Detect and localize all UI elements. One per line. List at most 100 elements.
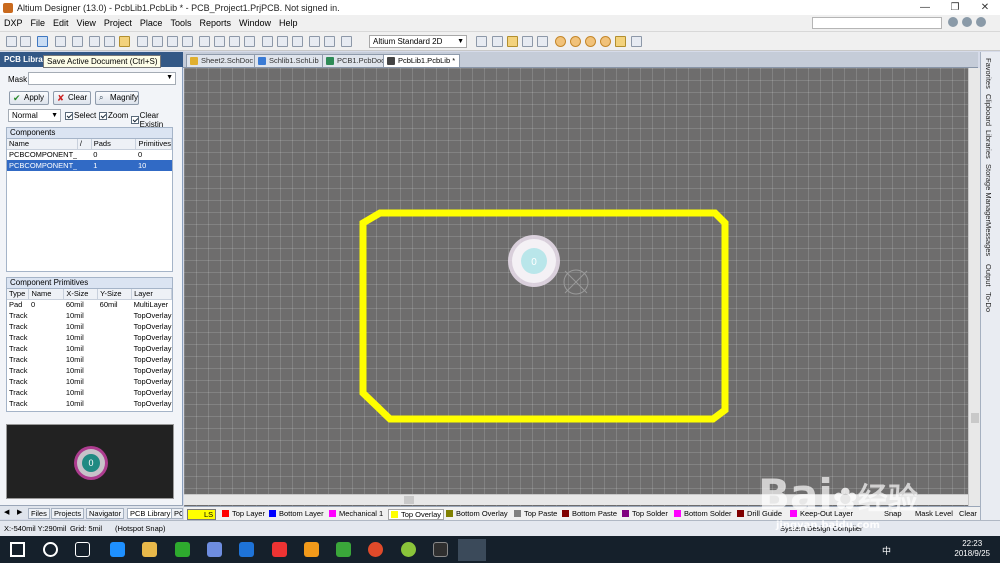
search-input[interactable] xyxy=(812,17,942,29)
move-icon[interactable] xyxy=(277,36,288,47)
tab-libraries[interactable]: Libraries xyxy=(984,130,993,159)
tab-sheet2-schdoc[interactable]: Sheet2.SchDoc xyxy=(186,54,259,67)
place-line-icon[interactable] xyxy=(476,36,487,47)
app-icon-7[interactable] xyxy=(272,542,287,557)
table-row[interactable]: Track 10mil TopOverlay xyxy=(7,376,172,387)
zoom-filter-icon[interactable] xyxy=(182,36,193,47)
table-row[interactable]: Pad 0 60mil 60mil MultiLayer xyxy=(7,299,172,310)
full-circle-icon[interactable] xyxy=(600,36,611,47)
altium-taskbar-icon[interactable] xyxy=(458,539,486,561)
grid-icon[interactable] xyxy=(341,36,352,47)
app-icon-11[interactable] xyxy=(401,542,416,557)
chrome-icon[interactable] xyxy=(368,542,383,557)
layer-top-solder[interactable]: Top Solder xyxy=(622,509,668,518)
tab-navigator[interactable]: Navigator xyxy=(86,508,125,519)
vertical-scrollbar[interactable] xyxy=(968,68,980,506)
menu-file[interactable]: File xyxy=(31,18,46,28)
home-icon[interactable] xyxy=(976,17,986,27)
layer-top-layer[interactable]: Top Layer xyxy=(222,509,265,518)
tab-pc[interactable]: PC xyxy=(171,508,183,519)
undo-icon[interactable] xyxy=(309,36,320,47)
tab-schlib1-schlib[interactable]: Schlib1.SchLib xyxy=(254,54,324,67)
clear-button[interactable]: ✘ Clear xyxy=(53,91,91,105)
menu-edit[interactable]: Edit xyxy=(53,18,69,28)
maximize-button[interactable]: ❐ xyxy=(940,2,970,13)
save-icon[interactable] xyxy=(37,36,48,47)
table-row[interactable]: Track 10mil TopOverlay xyxy=(7,321,172,332)
menu-reports[interactable]: Reports xyxy=(199,18,231,28)
col-y-size[interactable]: Y-Size xyxy=(97,289,133,300)
table-row[interactable]: Track 10mil TopOverlay xyxy=(7,354,172,365)
horizontal-scroll-thumb[interactable] xyxy=(404,496,414,504)
layer-top-overlay[interactable]: Top Overlay xyxy=(388,509,445,520)
back-icon[interactable] xyxy=(948,17,958,27)
layer-bottom-paste[interactable]: Bottom Paste xyxy=(562,509,617,518)
magnify-button[interactable]: ⌕ Magnify xyxy=(95,91,139,105)
tab-output[interactable]: Output xyxy=(984,264,993,287)
clear-mask-button[interactable]: Clear xyxy=(959,509,977,518)
tab-pcb1-pcbdoc[interactable]: PCB1.PcbDoc xyxy=(322,54,390,67)
table-row[interactable]: Track 10mil TopOverlay xyxy=(7,387,172,398)
col-x-size[interactable]: X-Size xyxy=(63,289,99,300)
arc-any-icon[interactable] xyxy=(585,36,596,47)
file-explorer-icon[interactable] xyxy=(142,542,157,557)
col-sort[interactable]: / xyxy=(77,139,92,150)
arc-center-icon[interactable] xyxy=(555,36,566,47)
menu-dxp[interactable]: DXP xyxy=(4,18,23,28)
fill-icon[interactable] xyxy=(615,36,626,47)
close-button[interactable]: ✕ xyxy=(970,2,1000,13)
forward-icon[interactable] xyxy=(962,17,972,27)
app-icon-5[interactable] xyxy=(207,542,222,557)
array-paste-icon[interactable] xyxy=(631,36,642,47)
edge-browser-icon[interactable] xyxy=(110,542,125,557)
menu-tools[interactable]: Tools xyxy=(170,18,191,28)
table-row[interactable]: PCBCOMPONENT_ 1 10 xyxy=(7,160,172,171)
tab-messages[interactable]: Messages xyxy=(984,222,993,256)
arc-edge-icon[interactable] xyxy=(570,36,581,47)
col-type[interactable]: Type xyxy=(7,289,30,300)
app-icon-12[interactable] xyxy=(433,542,448,557)
app-icon-6[interactable] xyxy=(239,542,254,557)
tab-to-do[interactable]: To-Do xyxy=(984,292,993,312)
layer-mechanical-1[interactable]: Mechanical 1 xyxy=(329,509,383,518)
system-clock[interactable]: 22:23 2018/9/25 xyxy=(954,539,990,559)
vertical-scroll-thumb[interactable] xyxy=(971,413,979,423)
zoom-selected-icon[interactable] xyxy=(167,36,178,47)
layer-top-paste[interactable]: Top Paste xyxy=(514,509,557,518)
layer-set-ls[interactable]: LS xyxy=(187,509,217,520)
select-checkbox[interactable]: Select xyxy=(65,111,96,120)
tab-clipboard[interactable]: Clipboard xyxy=(984,94,993,126)
layer-bottom-layer[interactable]: Bottom Layer xyxy=(269,509,324,518)
tab-pcblib1-pcblib[interactable]: PcbLib1.PcbLib * xyxy=(383,54,461,67)
place-via-icon[interactable] xyxy=(507,36,518,47)
tab-projects[interactable]: Projects xyxy=(51,508,85,519)
tabs-left-arrow-icon[interactable]: ◀ xyxy=(4,508,9,516)
place-coordinate-icon[interactable] xyxy=(537,36,548,47)
open-document-icon[interactable] xyxy=(20,36,31,47)
view-mode-select[interactable]: Altium Standard 2D ▼ xyxy=(369,35,467,48)
paste-icon[interactable] xyxy=(229,36,240,47)
start-icon[interactable] xyxy=(10,542,25,557)
deselect-icon[interactable] xyxy=(292,36,303,47)
print-preview-icon[interactable] xyxy=(72,36,83,47)
zoom-fit-icon[interactable] xyxy=(137,36,148,47)
task-view-icon[interactable] xyxy=(75,542,90,557)
tab-storage-manager[interactable]: Storage Manager xyxy=(984,164,993,222)
table-row[interactable]: Track 10mil TopOverlay xyxy=(7,310,172,321)
copy-icon[interactable] xyxy=(214,36,225,47)
tab-files[interactable]: Files xyxy=(28,508,50,519)
place-pad-icon[interactable] xyxy=(492,36,503,47)
app-icon-8[interactable] xyxy=(304,542,319,557)
table-row[interactable]: Track 10mil TopOverlay xyxy=(7,343,172,354)
col-primitives[interactable]: Primitives xyxy=(135,139,172,150)
layer-bottom-solder[interactable]: Bottom Solder xyxy=(674,509,732,518)
place-string-icon[interactable] xyxy=(522,36,533,47)
menu-view[interactable]: View xyxy=(77,18,96,28)
wechat-icon[interactable] xyxy=(175,542,190,557)
rubber-stamp-icon[interactable] xyxy=(244,36,255,47)
table-row[interactable]: Track 10mil TopOverlay xyxy=(7,398,172,409)
tab-favorites[interactable]: Favorites xyxy=(984,58,993,89)
search-icon[interactable] xyxy=(43,542,58,557)
table-row[interactable]: Track 10mil TopOverlay xyxy=(7,332,172,343)
layer-bottom-overlay[interactable]: Bottom Overlay xyxy=(446,509,508,518)
